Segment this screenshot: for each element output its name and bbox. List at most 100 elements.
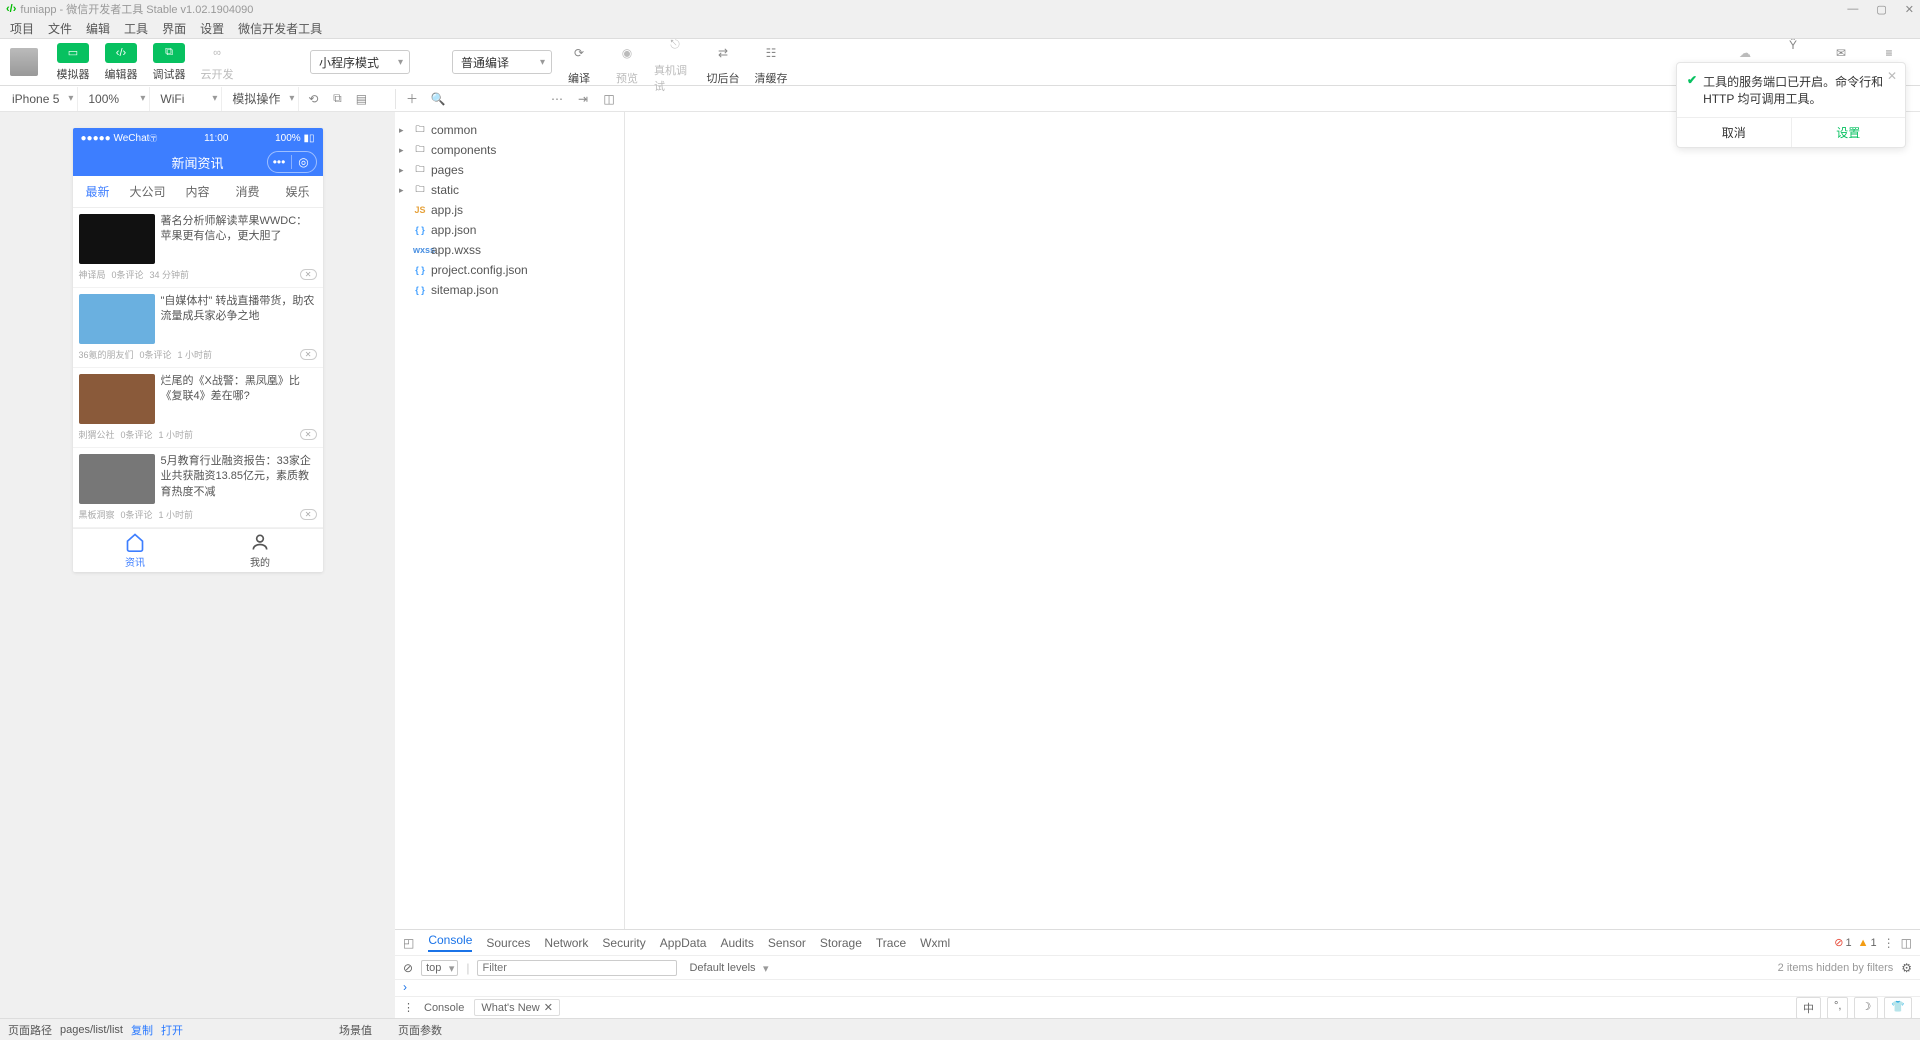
open-path-link[interactable]: 打开: [161, 1022, 183, 1038]
drawer-tab-whatsnew[interactable]: What's New✕: [474, 999, 560, 1016]
compile-button[interactable]: ⟳编译: [558, 39, 600, 86]
file-node[interactable]: { }sitemap.json: [395, 280, 624, 300]
screenshot-icon[interactable]: ⧉: [327, 89, 347, 109]
clear-console-icon[interactable]: ⊘: [403, 961, 413, 975]
console-settings-icon[interactable]: ⚙: [1901, 961, 1912, 975]
rotate-icon[interactable]: ⟲: [303, 89, 323, 109]
menu-edit[interactable]: 编辑: [86, 20, 110, 37]
menu-devtools[interactable]: 微信开发者工具: [238, 20, 322, 37]
mock-select[interactable]: 模拟操作: [226, 87, 299, 111]
program-mode-select[interactable]: 小程序模式: [310, 50, 410, 74]
console-filter-input[interactable]: [477, 960, 677, 976]
hidden-items-label[interactable]: 2 items hidden by filters: [1778, 962, 1894, 974]
devtools-tab-sensor[interactable]: Sensor: [768, 936, 806, 950]
menu-project[interactable]: 项目: [10, 20, 34, 37]
news-item[interactable]: 著名分析师解读苹果WWDC：苹果更有信心，更大胆了 神译局0条评论34 分钟前✕: [73, 208, 323, 288]
background-button[interactable]: ⇄切后台: [702, 39, 744, 86]
devtools-tab-security[interactable]: Security: [602, 936, 645, 950]
log-levels-select[interactable]: Default levels: [685, 961, 771, 975]
news-dismiss-icon[interactable]: ✕: [300, 429, 317, 440]
news-item[interactable]: 5月教育行业融资报告：33家企业共获融资13.85亿元，素质教育热度不减 黑板洞…: [73, 448, 323, 528]
close-icon[interactable]: ✕: [544, 1001, 553, 1014]
folder-node[interactable]: ▸🗀components: [395, 140, 624, 160]
tabbar-mine[interactable]: 我的: [198, 529, 323, 572]
zoom-select[interactable]: 100%: [82, 87, 150, 111]
inspect-icon[interactable]: ◰: [403, 936, 414, 950]
news-item[interactable]: 烂尾的《X战警：黑凤凰》比《复联4》差在哪? 刺猬公社0条评论1 小时前✕: [73, 368, 323, 448]
capsule-menu-icon[interactable]: •••: [268, 155, 292, 169]
folder-node[interactable]: ▸🗀static: [395, 180, 624, 200]
maximize-button[interactable]: ▢: [1876, 3, 1886, 16]
news-dismiss-icon[interactable]: ✕: [300, 509, 317, 520]
folder-icon: 🗀: [413, 182, 427, 198]
menu-settings[interactable]: 设置: [200, 20, 224, 37]
cloud-dev-button[interactable]: ∞云开发: [196, 43, 238, 82]
folder-node[interactable]: ▸🗀common: [395, 120, 624, 140]
file-node[interactable]: { }project.config.json: [395, 260, 624, 280]
devtools-tab-wxml[interactable]: Wxml: [920, 936, 950, 950]
folder-node[interactable]: ▸🗀pages: [395, 160, 624, 180]
nav-title: 新闻资讯: [171, 153, 223, 172]
drawer-menu-icon[interactable]: ⋮: [403, 1001, 414, 1014]
preview-button[interactable]: ◉预览: [606, 39, 648, 86]
notification-cancel[interactable]: 取消: [1677, 118, 1791, 147]
minimize-button[interactable]: —: [1847, 3, 1858, 16]
capsule-close-icon[interactable]: ◎: [292, 155, 316, 169]
drawer-tab-console[interactable]: Console: [424, 1002, 464, 1014]
ime-moon-icon[interactable]: ☽: [1854, 997, 1878, 1019]
devtools-tab-appdata[interactable]: AppData: [660, 936, 707, 950]
console-context-select[interactable]: top: [421, 960, 458, 976]
error-badge[interactable]: ⊘1: [1834, 936, 1851, 949]
menu-file[interactable]: 文件: [48, 20, 72, 37]
console-body[interactable]: ›: [395, 980, 1920, 996]
close-button[interactable]: ✕: [1905, 3, 1914, 16]
menu-tools[interactable]: 工具: [124, 20, 148, 37]
devtools-dock-icon[interactable]: ◫: [1901, 936, 1912, 950]
compile-option-select[interactable]: 普通编译: [452, 50, 552, 74]
remote-debug-button[interactable]: ⎋真机调试: [654, 31, 696, 94]
notification-settings[interactable]: 设置: [1791, 118, 1906, 147]
ime-punct-button[interactable]: °,: [1827, 997, 1848, 1019]
menu-interface[interactable]: 界面: [162, 20, 186, 37]
news-dismiss-icon[interactable]: ✕: [300, 269, 317, 280]
devtools-tab-trace[interactable]: Trace: [876, 936, 906, 950]
devtools-tab-audits[interactable]: Audits: [720, 936, 753, 950]
news-tab-ent[interactable]: 娱乐: [273, 183, 323, 200]
news-list[interactable]: 著名分析师解读苹果WWDC：苹果更有信心，更大胆了 神译局0条评论34 分钟前✕…: [73, 208, 323, 528]
copy-path-link[interactable]: 复制: [131, 1022, 153, 1038]
notification-close-icon[interactable]: ✕: [1887, 69, 1897, 83]
devtools-tab-storage[interactable]: Storage: [820, 936, 862, 950]
news-dismiss-icon[interactable]: ✕: [300, 349, 317, 360]
collapse-icon[interactable]: ⇥: [573, 89, 593, 109]
editor-toggle[interactable]: ‹/›编辑器: [100, 43, 142, 82]
file-node[interactable]: { }app.json: [395, 220, 624, 240]
device-select[interactable]: iPhone 5: [6, 87, 78, 111]
status-bar: 页面路径 pages/list/list 复制 打开 场景值 页面参数: [0, 1018, 1920, 1040]
warning-badge[interactable]: ▲1: [1858, 937, 1877, 949]
file-node[interactable]: JSapp.js: [395, 200, 624, 220]
devtools-more-icon[interactable]: ⋮: [1883, 936, 1895, 950]
clear-cache-button[interactable]: ☷清缓存: [750, 39, 792, 86]
news-tab-latest[interactable]: 最新: [73, 183, 123, 200]
new-file-icon[interactable]: ＋: [402, 89, 422, 109]
dock-icon[interactable]: ▤: [351, 89, 371, 109]
news-item[interactable]: "自媒体村" 转战直播带货，助农流量成兵家必争之地 36氪的朋友们0条评论1 小…: [73, 288, 323, 368]
user-avatar[interactable]: [10, 48, 38, 76]
debugger-toggle[interactable]: ⧉调试器: [148, 43, 190, 82]
news-tab-content[interactable]: 内容: [173, 183, 223, 200]
file-node[interactable]: wxssapp.wxss: [395, 240, 624, 260]
simulator-toggle[interactable]: ▭模拟器: [52, 43, 94, 82]
ime-zh-button[interactable]: 中: [1796, 997, 1821, 1019]
devtools-tab-sources[interactable]: Sources: [486, 936, 530, 950]
tabbar-news[interactable]: 资讯: [73, 529, 198, 572]
news-tab-company[interactable]: 大公司: [123, 183, 173, 200]
split-icon[interactable]: ◫: [599, 89, 619, 109]
more-icon[interactable]: ⋯: [547, 89, 567, 109]
search-icon[interactable]: 🔍: [428, 89, 448, 109]
ime-shirt-icon[interactable]: 👕: [1884, 997, 1912, 1019]
devtools-tab-console[interactable]: Console: [428, 933, 472, 952]
news-title: "自媒体村" 转战直播带货，助农流量成兵家必争之地: [161, 294, 317, 344]
news-tab-consume[interactable]: 消费: [223, 183, 273, 200]
devtools-tab-network[interactable]: Network: [544, 936, 588, 950]
network-select[interactable]: WiFi: [154, 87, 222, 111]
